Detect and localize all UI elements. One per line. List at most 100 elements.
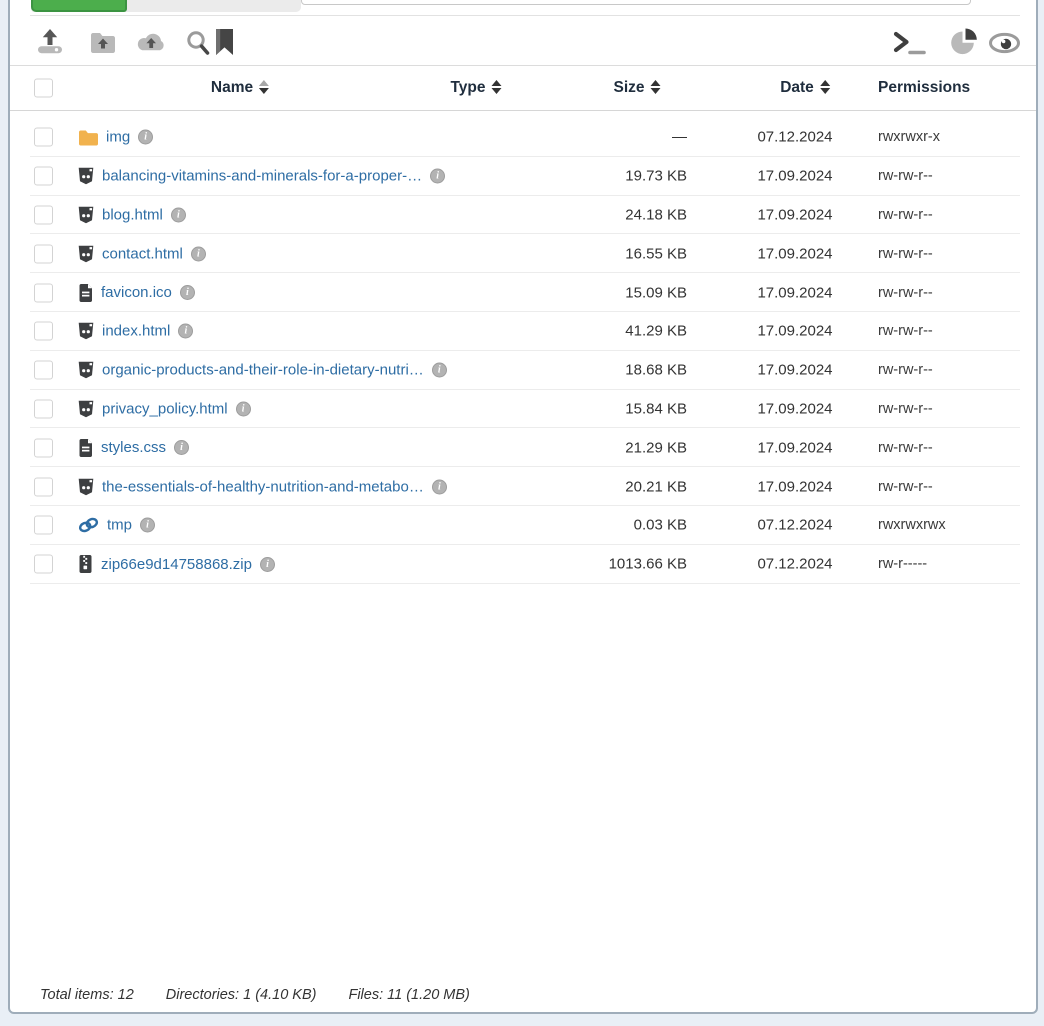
- column-header-size[interactable]: Size: [613, 79, 660, 97]
- total-items-stat: Total items: 12: [40, 987, 134, 1003]
- permissions-cell: rw-rw-r--: [878, 362, 933, 378]
- row-checkbox[interactable]: [34, 205, 53, 224]
- upload-folder-button[interactable]: [90, 32, 116, 53]
- search-icon: [186, 30, 210, 55]
- row-checkbox[interactable]: [34, 477, 53, 496]
- link-icon: [78, 517, 99, 534]
- row-checkbox[interactable]: [34, 516, 53, 535]
- file-row[interactable]: favicon.ico i 15.09 KB 17.09.2024 rw-rw-…: [0, 273, 1044, 312]
- size-cell: 16.55 KB: [625, 245, 687, 262]
- bookmark-button[interactable]: [216, 29, 233, 55]
- info-icon[interactable]: i: [178, 324, 193, 339]
- html-icon: [78, 206, 94, 223]
- info-icon[interactable]: i: [432, 363, 447, 378]
- path-input[interactable]: [301, 0, 971, 5]
- date-cell: 07.12.2024: [739, 129, 851, 146]
- date-cell: 17.09.2024: [739, 168, 851, 185]
- files-stat: Files: 11 (1.20 MB): [348, 987, 469, 1003]
- terminal-button[interactable]: [893, 31, 929, 55]
- search-button[interactable]: [186, 30, 210, 55]
- info-icon[interactable]: i: [191, 246, 206, 261]
- row-checkbox[interactable]: [34, 322, 53, 341]
- file-row[interactable]: tmp i 0.03 KB 07.12.2024 rwxrwxrwx: [0, 506, 1044, 545]
- file-name-link[interactable]: index.html: [102, 323, 170, 340]
- info-icon[interactable]: i: [174, 440, 189, 455]
- row-checkbox[interactable]: [34, 244, 53, 263]
- html-icon: [78, 245, 94, 262]
- date-cell: 07.12.2024: [739, 556, 851, 573]
- column-header-type[interactable]: Type: [450, 79, 501, 97]
- info-icon[interactable]: i: [138, 130, 153, 145]
- column-header-permissions: Permissions: [878, 79, 970, 97]
- select-all-checkbox[interactable]: [34, 79, 53, 98]
- file-row[interactable]: styles.css i 21.29 KB 17.09.2024 rw-rw-r…: [0, 428, 1044, 467]
- row-checkbox[interactable]: [34, 399, 53, 418]
- size-cell: 18.68 KB: [625, 362, 687, 379]
- name-cell: privacy_policy.html i: [78, 400, 251, 417]
- name-cell: tmp i: [78, 517, 155, 534]
- date-cell: 17.09.2024: [739, 439, 851, 456]
- file-row[interactable]: organic-products-and-their-role-in-dieta…: [0, 351, 1044, 390]
- row-checkbox[interactable]: [34, 167, 53, 186]
- size-cell: 20.21 KB: [625, 478, 687, 495]
- progress-bar-fill: [31, 0, 127, 12]
- name-cell: the-essentials-of-healthy-nutrition-and-…: [78, 478, 447, 495]
- disk-usage-button[interactable]: [950, 28, 978, 56]
- file-name-link[interactable]: the-essentials-of-healthy-nutrition-and-…: [102, 478, 424, 495]
- info-icon[interactable]: i: [260, 557, 275, 572]
- upload-icon: [36, 29, 64, 55]
- date-cell: 17.09.2024: [739, 206, 851, 223]
- file-name-link[interactable]: tmp: [107, 517, 132, 534]
- view-toggle-button[interactable]: [988, 32, 1021, 54]
- file-row[interactable]: the-essentials-of-healthy-nutrition-and-…: [0, 467, 1044, 506]
- eye-icon: [988, 32, 1021, 54]
- info-icon[interactable]: i: [140, 518, 155, 533]
- info-icon[interactable]: i: [171, 207, 186, 222]
- file-name-link[interactable]: zip66e9d14758868.zip: [101, 556, 252, 573]
- date-cell: 17.09.2024: [739, 323, 851, 340]
- file-name-link[interactable]: styles.css: [101, 439, 166, 456]
- cloud-upload-button[interactable]: [136, 32, 167, 54]
- file-row[interactable]: privacy_policy.html i 15.84 KB 17.09.202…: [0, 390, 1044, 429]
- file-name-link[interactable]: balancing-vitamins-and-minerals-for-a-pr…: [102, 168, 422, 185]
- file-name-link[interactable]: favicon.ico: [101, 284, 172, 301]
- file-row[interactable]: contact.html i 16.55 KB 17.09.2024 rw-rw…: [0, 234, 1044, 273]
- upload-file-button[interactable]: [36, 29, 64, 55]
- size-cell: 15.84 KB: [625, 400, 687, 417]
- file-row[interactable]: img i — 07.12.2024 rwxrwxr-x: [0, 118, 1044, 157]
- html-icon: [78, 478, 94, 495]
- file-row[interactable]: balancing-vitamins-and-minerals-for-a-pr…: [0, 157, 1044, 196]
- html-icon: [78, 168, 94, 185]
- permissions-cell: rwxrwxrwx: [878, 517, 946, 533]
- file-name-link[interactable]: privacy_policy.html: [102, 400, 228, 417]
- permissions-cell: rw-rw-r--: [878, 207, 933, 223]
- size-cell: 41.29 KB: [625, 323, 687, 340]
- file-name-link[interactable]: img: [106, 129, 130, 146]
- size-cell: —: [672, 129, 687, 146]
- size-cell: 1013.66 KB: [609, 556, 687, 573]
- row-checkbox[interactable]: [34, 555, 53, 574]
- file-row[interactable]: blog.html i 24.18 KB 17.09.2024 rw-rw-r-…: [0, 196, 1044, 235]
- row-checkbox[interactable]: [34, 283, 53, 302]
- info-icon[interactable]: i: [430, 169, 445, 184]
- name-cell: blog.html i: [78, 206, 186, 223]
- file-icon: [78, 284, 93, 302]
- file-icon: [78, 439, 93, 457]
- size-cell: 24.18 KB: [625, 206, 687, 223]
- file-name-link[interactable]: contact.html: [102, 245, 183, 262]
- info-icon[interactable]: i: [236, 401, 251, 416]
- info-icon[interactable]: i: [180, 285, 195, 300]
- file-name-link[interactable]: organic-products-and-their-role-in-dieta…: [102, 362, 424, 379]
- row-checkbox[interactable]: [34, 438, 53, 457]
- column-header-name[interactable]: Name: [211, 79, 269, 97]
- cloud-upload-icon: [136, 32, 167, 54]
- row-checkbox[interactable]: [34, 128, 53, 147]
- row-checkbox[interactable]: [34, 361, 53, 380]
- file-row[interactable]: index.html i 41.29 KB 17.09.2024 rw-rw-r…: [0, 312, 1044, 351]
- name-cell: img i: [78, 129, 153, 146]
- column-header-date[interactable]: Date: [780, 79, 830, 97]
- file-row[interactable]: zip66e9d14758868.zip i 1013.66 KB 07.12.…: [0, 545, 1044, 584]
- file-name-link[interactable]: blog.html: [102, 206, 163, 223]
- info-icon[interactable]: i: [432, 479, 447, 494]
- date-cell: 07.12.2024: [739, 517, 851, 534]
